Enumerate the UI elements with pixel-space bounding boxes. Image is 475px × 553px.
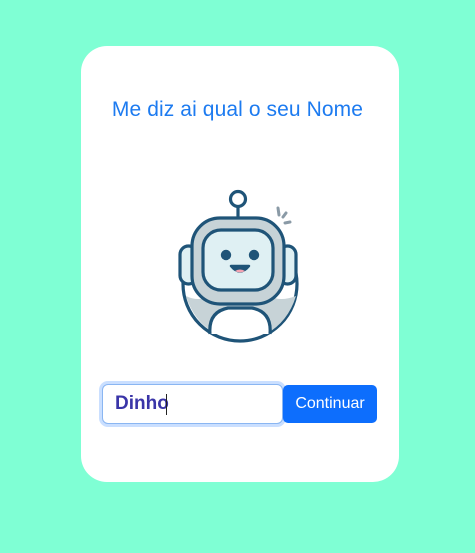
page-title: Me diz ai qual o seu Nome <box>111 98 364 121</box>
name-input[interactable] <box>102 384 283 424</box>
continue-button[interactable]: Continuar <box>283 385 377 423</box>
robot-icon <box>178 189 299 343</box>
text-cursor <box>166 394 167 415</box>
